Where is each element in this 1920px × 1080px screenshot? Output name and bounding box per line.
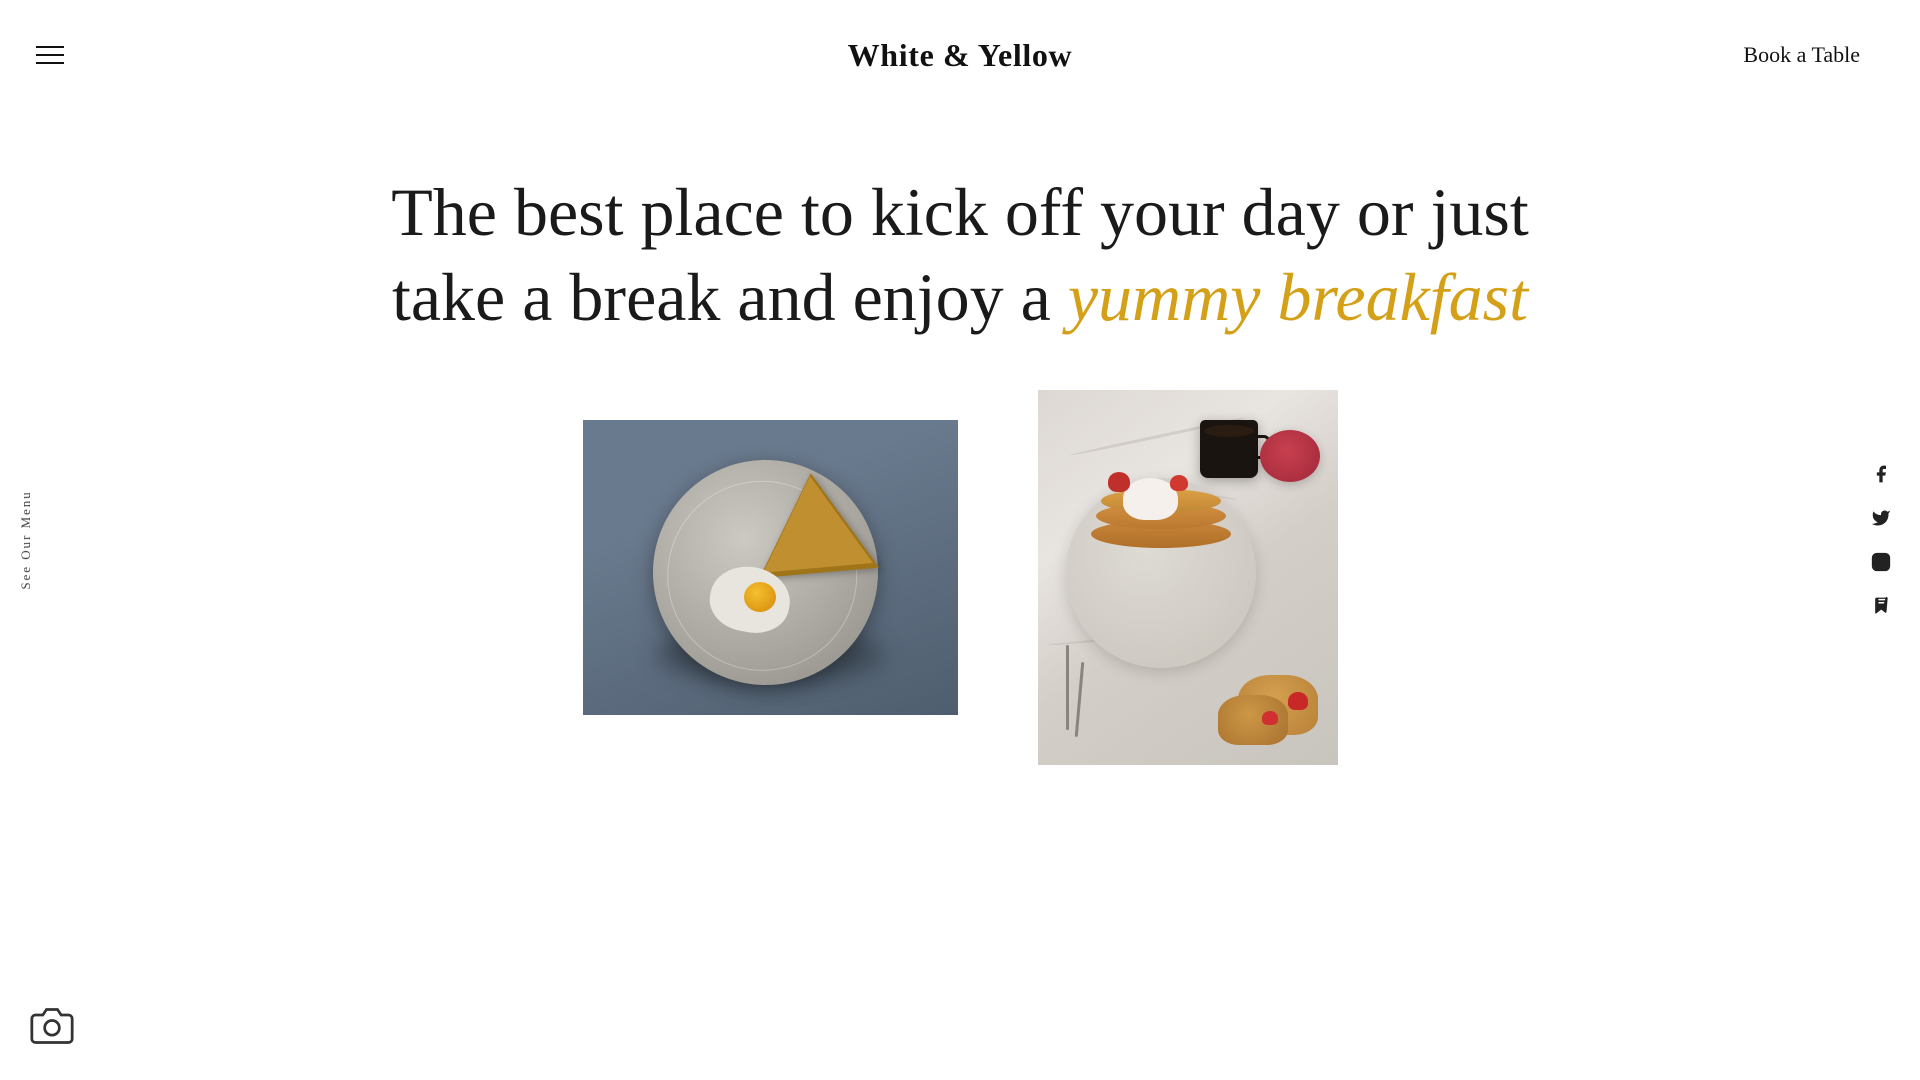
toast-overlay <box>755 471 873 572</box>
header: White & Yellow Book a Table <box>0 0 1920 110</box>
strawberry-1 <box>1108 472 1130 492</box>
camera-icon <box>30 1004 74 1048</box>
food-image-left <box>583 420 958 715</box>
hero-text-line1: The best place to kick off your day or j… <box>391 174 1528 250</box>
book-table-link[interactable]: Book a Table <box>1743 42 1860 68</box>
twitter-icon[interactable] <box>1870 507 1892 529</box>
coffee-mug <box>1200 420 1258 478</box>
coffee-surface <box>1204 425 1254 437</box>
jam-pot <box>1260 430 1320 482</box>
fork-left <box>1066 645 1069 730</box>
hero-section: The best place to kick off your day or j… <box>0 110 1920 390</box>
hero-text-accent: yummy breakfast <box>1068 259 1528 335</box>
menu-bar-3 <box>36 62 64 64</box>
hamburger-menu[interactable] <box>36 46 64 64</box>
egg-yolk <box>744 582 776 612</box>
instagram-icon[interactable] <box>1870 551 1892 573</box>
foursquare-icon[interactable] <box>1870 595 1892 617</box>
strawberry-2 <box>1170 475 1188 491</box>
food-image-right <box>1038 390 1338 765</box>
facebook-icon[interactable] <box>1870 463 1892 485</box>
strawberry-bottom-2 <box>1262 711 1278 725</box>
strawberry-bottom-1 <box>1288 692 1308 710</box>
images-section <box>0 390 1920 765</box>
menu-bar-1 <box>36 46 64 48</box>
camera-icon-button[interactable] <box>28 1002 76 1050</box>
menu-bar-2 <box>36 54 64 56</box>
social-icons <box>1870 463 1892 617</box>
hero-headline: The best place to kick off your day or j… <box>200 170 1720 340</box>
site-title: White & Yellow <box>848 37 1073 74</box>
see-menu-link[interactable]: See Our Menu <box>18 490 34 589</box>
hero-text-line2: take a break and enjoy a <box>392 259 1051 335</box>
main-content: The best place to kick off your day or j… <box>0 0 1920 1080</box>
